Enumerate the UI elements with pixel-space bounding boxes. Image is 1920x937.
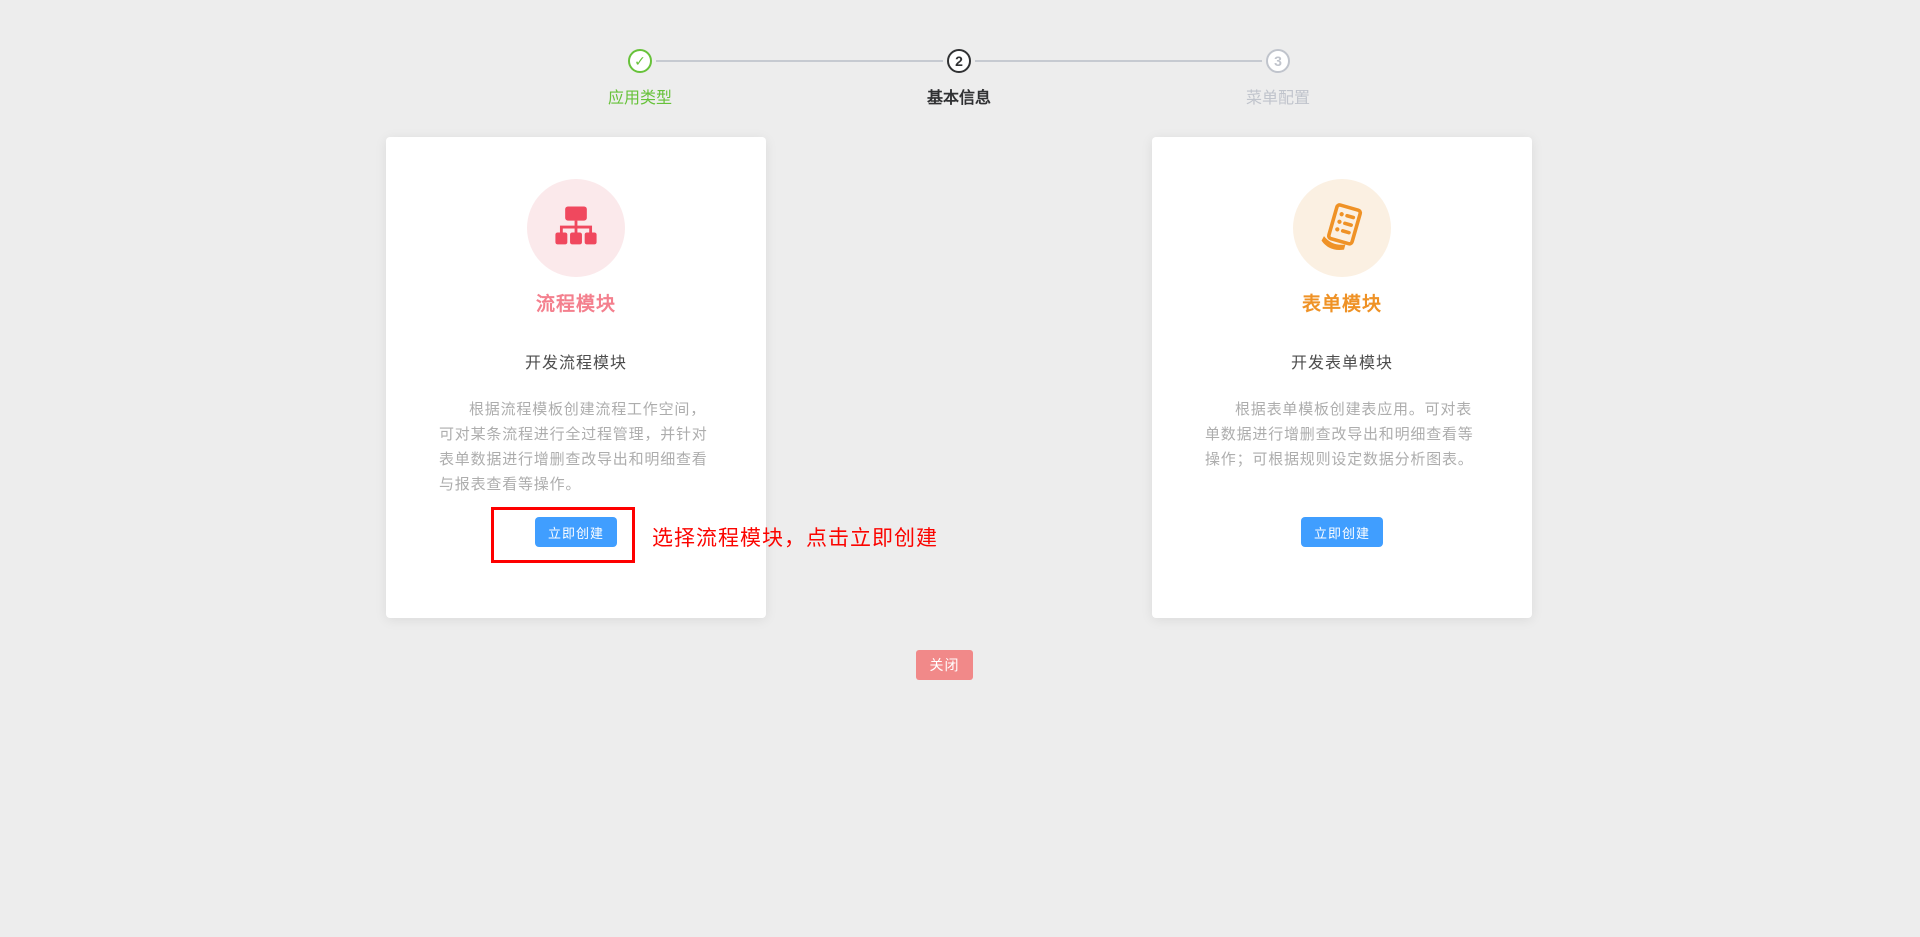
check-icon: ✓	[634, 52, 646, 69]
form-card-title: 表单模块	[1301, 294, 1382, 315]
step-connector-1	[656, 60, 943, 62]
close-button[interactable]: 关闭	[916, 650, 973, 680]
desc-line: 操作；可根据规则设定数据分析图表。	[1205, 451, 1474, 468]
flow-card-description: 根据流程模板创建流程工作空间， 可对某条流程进行全过程管理，并针对 表单数据进行…	[439, 397, 713, 497]
step-2-number-icon: 2	[947, 49, 971, 73]
form-module-card: 表单模块 开发表单模块 根据表单模板创建表应用。可对表 单数据进行增删查改导出和…	[1152, 137, 1532, 618]
form-create-now-button[interactable]: 立即创建	[1301, 517, 1383, 547]
step-connector-2	[975, 60, 1262, 62]
step-3-number-icon: 3	[1266, 49, 1290, 73]
flowchart-icon	[550, 200, 602, 257]
desc-line: 可对某条流程进行全过程管理，并针对	[439, 426, 708, 443]
desc-line: 根据表单模板创建表应用。可对表	[1235, 401, 1473, 418]
annotation-highlight-box	[491, 507, 635, 563]
flow-icon-circle	[527, 179, 625, 277]
step-label-app-type: 应用类型	[607, 90, 672, 107]
form-card-subtitle: 开发表单模块	[1290, 355, 1393, 372]
desc-line: 表单数据进行增删查改导出和明细查看	[439, 451, 708, 468]
flow-card-subtitle: 开发流程模块	[524, 355, 627, 372]
step-2-number: 2	[955, 53, 963, 69]
step-3-number: 3	[1274, 53, 1282, 69]
step-label-menu-config: 菜单配置	[1245, 90, 1310, 107]
desc-line: 与报表查看等操作。	[439, 476, 582, 493]
form-sheet-icon	[1315, 199, 1369, 258]
desc-line: 根据流程模板创建流程工作空间，	[469, 401, 707, 418]
annotation-text: 选择流程模块，点击立即创建	[652, 527, 938, 550]
step-1-finished-icon: ✓	[628, 49, 652, 73]
step-label-basic-info: 基本信息	[926, 90, 991, 107]
create-app-wizard: ✓ 2 3 应用类型 基本信息 菜单配置 流程模块 开发流程模块 根据流程模板创…	[0, 0, 1920, 937]
form-icon-circle	[1293, 179, 1391, 277]
form-card-description: 根据表单模板创建表应用。可对表 单数据进行增删查改导出和明细查看等 操作；可根据…	[1205, 397, 1479, 472]
flow-card-title: 流程模块	[535, 294, 616, 315]
desc-line: 单数据进行增删查改导出和明细查看等	[1205, 426, 1474, 443]
